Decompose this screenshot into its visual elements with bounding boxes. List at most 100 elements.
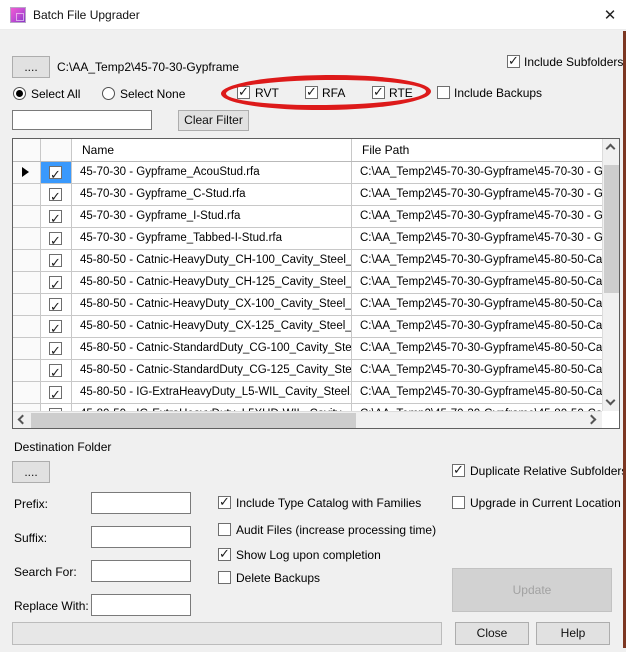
cell-name[interactable]: 45-80-50 - Catnic-StandardDuty_CG-125_Ca… [72,360,352,382]
cell-name[interactable]: 45-70-30 - Gypframe_C-Stud.rfa [72,184,352,206]
row-checkbox[interactable] [49,210,62,223]
cell-path[interactable]: C:\AA_Temp2\45-70-30-Gypframe\45-80-50-C… [352,338,602,360]
show-log-checkbox[interactable] [218,548,231,561]
audit-files-checkbox[interactable] [218,523,231,536]
cell-name[interactable]: 45-80-50 - Catnic-HeavyDuty_CH-125_Cavit… [72,272,352,294]
row-checkbox-cell[interactable] [41,294,72,316]
vertical-scrollbar[interactable] [602,139,619,411]
row-checkbox-cell[interactable] [41,228,72,250]
table-row[interactable]: 45-80-50 - Catnic-HeavyDuty_CX-125_Cavit… [13,316,602,338]
cell-path[interactable]: C:\AA_Temp2\45-70-30-Gypframe\45-80-50-C… [352,404,602,411]
cell-path[interactable]: C:\AA_Temp2\45-70-30-Gypframe\45-70-30 -… [352,184,602,206]
table-row[interactable]: 45-80-50 - Catnic-StandardDuty_CG-125_Ca… [13,360,602,382]
row-checkbox[interactable] [49,254,62,267]
cell-path[interactable]: C:\AA_Temp2\45-70-30-Gypframe\45-70-30 -… [352,206,602,228]
row-header-cell[interactable] [13,360,41,382]
checkbox-column-header[interactable] [41,139,72,161]
row-header-cell[interactable] [13,338,41,360]
cell-path[interactable]: C:\AA_Temp2\45-70-30-Gypframe\45-80-50-C… [352,382,602,404]
row-header-cell[interactable] [13,272,41,294]
clear-filter-button[interactable]: Clear Filter [178,110,249,131]
table-row[interactable]: 45-80-50 - IG-ExtraHeavyDuty_L5XHD-WIL_C… [13,404,602,411]
row-checkbox-cell[interactable] [41,162,72,184]
table-row[interactable]: 45-70-30 - Gypframe_I-Stud.rfa C:\AA_Tem… [13,206,602,228]
close-icon[interactable]: ✕ [598,5,622,27]
table-row[interactable]: 45-80-50 - IG-ExtraHeavyDuty_L5-WIL_Cavi… [13,382,602,404]
replace-with-input[interactable] [91,594,191,616]
scroll-left-icon[interactable] [13,412,30,429]
select-none-radio[interactable] [102,87,115,100]
row-checkbox[interactable] [49,320,62,333]
rte-checkbox[interactable] [372,86,385,99]
table-row[interactable]: 45-70-30 - Gypframe_C-Stud.rfa C:\AA_Tem… [13,184,602,206]
row-checkbox-cell[interactable] [41,250,72,272]
row-checkbox[interactable] [49,386,62,399]
cell-path[interactable]: C:\AA_Temp2\45-70-30-Gypframe\45-80-50-C… [352,294,602,316]
cell-name[interactable]: 45-80-50 - Catnic-StandardDuty_CG-100_Ca… [72,338,352,360]
row-checkbox[interactable] [49,166,62,179]
row-header-cell[interactable] [13,228,41,250]
row-header-cell[interactable] [13,382,41,404]
close-button[interactable]: Close [455,622,529,645]
cell-name[interactable]: 45-80-50 - Catnic-HeavyDuty_CX-125_Cavit… [72,316,352,338]
source-browse-button[interactable]: .... [12,56,50,78]
include-backups-checkbox[interactable] [437,86,450,99]
table-row[interactable]: 45-70-30 - Gypframe_AcouStud.rfa C:\AA_T… [13,162,602,184]
row-checkbox-cell[interactable] [41,360,72,382]
cell-name[interactable]: 45-70-30 - Gypframe_AcouStud.rfa [72,162,352,184]
row-checkbox-cell[interactable] [41,404,72,411]
search-for-input[interactable] [91,560,191,582]
row-header-cell[interactable] [13,404,41,411]
table-row[interactable]: 45-70-30 - Gypframe_Tabbed-I-Stud.rfa C:… [13,228,602,250]
row-header-cell[interactable] [13,162,41,184]
include-type-catalog-checkbox[interactable] [218,496,231,509]
update-button[interactable]: Update [452,568,612,612]
delete-backups-checkbox[interactable] [218,571,231,584]
row-checkbox-cell[interactable] [41,272,72,294]
row-header-cell[interactable] [13,316,41,338]
scroll-right-icon[interactable] [585,412,602,429]
cell-path[interactable]: C:\AA_Temp2\45-70-30-Gypframe\45-80-50-C… [352,360,602,382]
table-row[interactable]: 45-80-50 - Catnic-StandardDuty_CG-100_Ca… [13,338,602,360]
row-checkbox[interactable] [49,188,62,201]
row-checkbox-cell[interactable] [41,206,72,228]
horizontal-scrollbar[interactable] [13,411,602,428]
cell-name[interactable]: 45-70-30 - Gypframe_Tabbed-I-Stud.rfa [72,228,352,250]
row-checkbox-cell[interactable] [41,338,72,360]
help-button[interactable]: Help [536,622,610,645]
row-header-cell[interactable] [13,250,41,272]
select-all-radio[interactable] [13,87,26,100]
row-checkbox-cell[interactable] [41,316,72,338]
cell-name[interactable]: 45-80-50 - IG-ExtraHeavyDuty_L5XHD-WIL_C… [72,404,352,411]
row-checkbox-cell[interactable] [41,382,72,404]
table-row[interactable]: 45-80-50 - Catnic-HeavyDuty_CX-100_Cavit… [13,294,602,316]
include-subfolders-checkbox[interactable] [507,55,520,68]
upgrade-in-current-location-checkbox[interactable] [452,496,465,509]
scroll-up-icon[interactable] [603,139,620,156]
name-column-header[interactable]: Name [72,139,352,161]
scroll-down-icon[interactable] [603,394,620,411]
duplicate-relative-subfolders-checkbox[interactable] [452,464,465,477]
cell-name[interactable]: 45-80-50 - IG-ExtraHeavyDuty_L5-WIL_Cavi… [72,382,352,404]
cell-name[interactable]: 45-80-50 - Catnic-HeavyDuty_CH-100_Cavit… [72,250,352,272]
filter-input[interactable] [12,110,152,130]
row-header-cell[interactable] [13,206,41,228]
suffix-input[interactable] [91,526,191,548]
vertical-scrollbar-thumb[interactable] [604,165,619,293]
file-path-column-header[interactable]: File Path [352,139,602,161]
row-checkbox[interactable] [49,276,62,289]
table-row[interactable]: 45-80-50 - Catnic-HeavyDuty_CH-100_Cavit… [13,250,602,272]
row-checkbox[interactable] [49,232,62,245]
cell-path[interactable]: C:\AA_Temp2\45-70-30-Gypframe\45-80-50-C… [352,316,602,338]
cell-name[interactable]: 45-70-30 - Gypframe_I-Stud.rfa [72,206,352,228]
horizontal-scrollbar-thumb[interactable] [31,413,356,428]
row-header-cell[interactable] [13,184,41,206]
row-checkbox[interactable] [49,342,62,355]
cell-name[interactable]: 45-80-50 - Catnic-HeavyDuty_CX-100_Cavit… [72,294,352,316]
row-checkbox[interactable] [49,364,62,377]
row-checkbox[interactable] [49,298,62,311]
destination-browse-button[interactable]: .... [12,461,50,483]
cell-path[interactable]: C:\AA_Temp2\45-70-30-Gypframe\45-70-30 -… [352,228,602,250]
cell-path[interactable]: C:\AA_Temp2\45-70-30-Gypframe\45-70-30 -… [352,162,602,184]
row-checkbox-cell[interactable] [41,184,72,206]
